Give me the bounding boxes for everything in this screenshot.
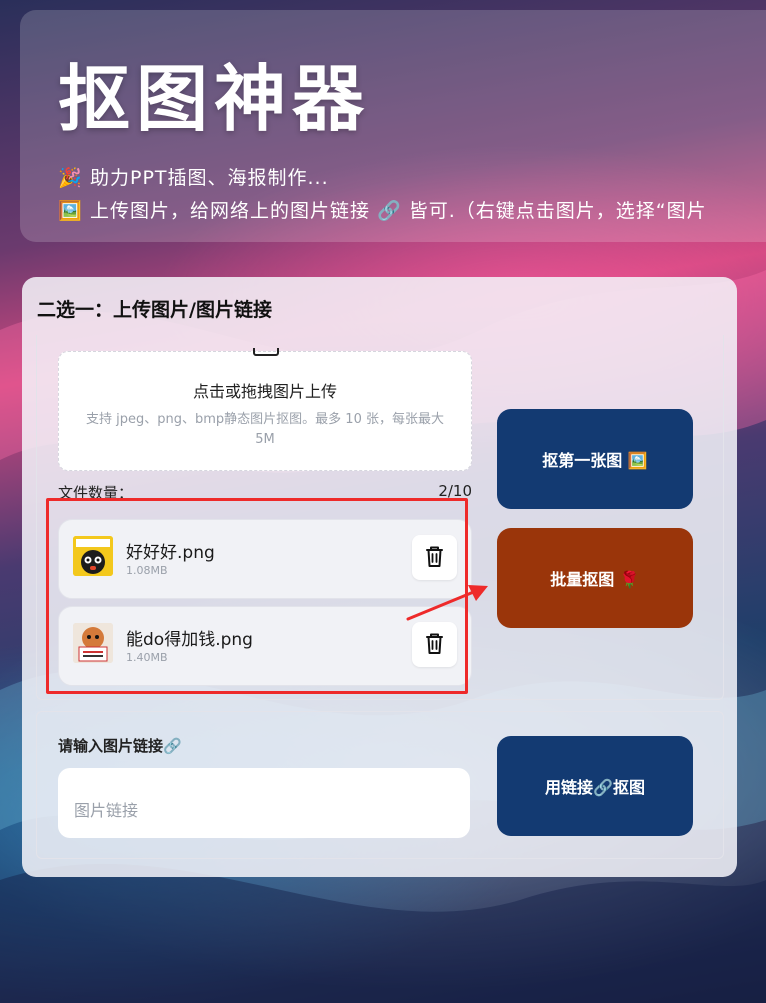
annotation-arrow	[406, 585, 488, 621]
tagline-2-text: 上传图片，给网络上的图片链接 🔗 皆可.（右键点击图片，选择“图片	[90, 200, 707, 222]
main-panel: 二选一：上传图片/图片链接 点击或拖拽图片上传 支持 jpeg、png、bmp静…	[22, 277, 737, 877]
panel-title: 二选一：上传图片/图片链接	[37, 299, 272, 321]
dropzone-main-text: 点击或拖拽图片上传	[192, 382, 337, 401]
picture-icon: 🖼️	[58, 200, 83, 222]
upload-icon	[253, 348, 279, 356]
tagline-1: 🎉 助力PPT插图、海报制作...	[58, 163, 329, 190]
link-input-label: 请输入图片链接🔗	[58, 737, 182, 755]
cutout-by-link-button[interactable]: 用链接🔗抠图	[497, 736, 693, 836]
page-title: 抠图神器	[58, 57, 371, 141]
party-popper-icon: 🎉	[58, 167, 83, 189]
cutout-first-image-button[interactable]: 抠第一张图 🖼️	[497, 409, 693, 509]
dropzone-hint-text: 支持 jpeg、png、bmp静态图片抠图。最多 10 张，每张最大 5M	[86, 412, 444, 447]
image-link-input[interactable]	[58, 768, 470, 838]
tagline-2: 🖼️ 上传图片，给网络上的图片链接 🔗 皆可.（右键点击图片，选择“图片	[58, 196, 707, 223]
tagline-1-text: 助力PPT插图、海报制作...	[90, 167, 329, 189]
header-banner: 抠图神器 🎉 助力PPT插图、海报制作... 🖼️ 上传图片，给网络上的图片链接 🔗…	[20, 10, 766, 242]
batch-cutout-button[interactable]: 批量抠图 🌹	[497, 528, 693, 628]
upload-dropzone[interactable]: 点击或拖拽图片上传 支持 jpeg、png、bmp静态图片抠图。最多 10 张，…	[58, 348, 472, 471]
